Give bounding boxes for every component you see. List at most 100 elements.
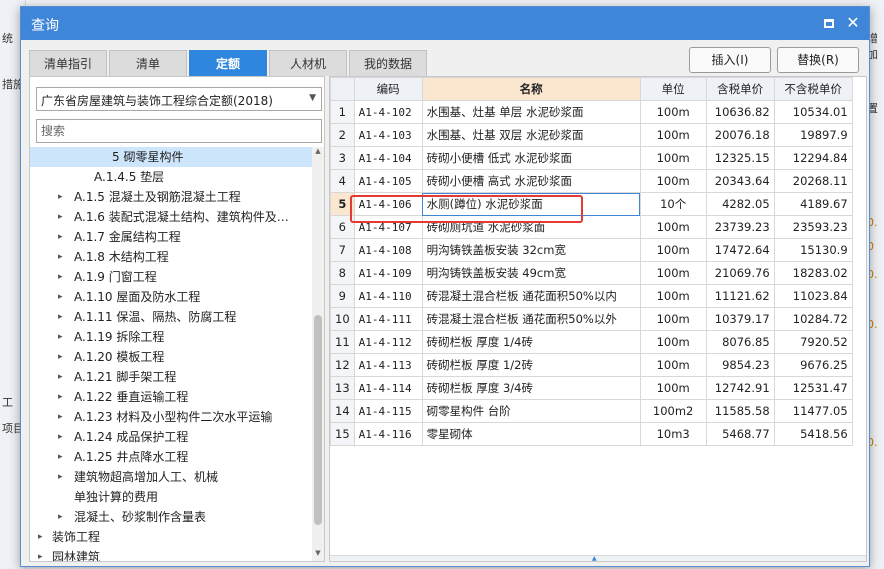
name-cell[interactable]: 水厕(蹲位) 水泥砂浆面 — [421, 192, 641, 216]
name-cell[interactable]: 砖砌小便槽 低式 水泥砂浆面 — [421, 146, 641, 170]
row-index-cell[interactable]: 13 — [330, 376, 355, 400]
scroll-up-icon[interactable]: ▲ — [312, 147, 324, 159]
expand-arrow-icon[interactable]: ▸ — [58, 267, 63, 287]
expand-arrow-icon[interactable]: ▸ — [58, 187, 63, 207]
code-cell[interactable]: A1-4-108 — [353, 238, 423, 262]
expand-arrow-icon[interactable]: ▸ — [58, 387, 63, 407]
table-row[interactable]: 11 A1-4-112 砖砌栏板 厚度 1/4砖 100m 8076.85 7920.52 — [330, 330, 853, 354]
tree-item[interactable]: ▸ A.1.9 门窗工程 — [30, 267, 312, 287]
row-index-cell[interactable]: 4 — [330, 169, 355, 193]
expand-arrow-icon[interactable]: ▸ — [58, 347, 63, 367]
code-cell[interactable]: A1-4-115 — [353, 399, 423, 423]
row-index-cell[interactable]: 9 — [330, 284, 355, 308]
table-row[interactable]: 6 A1-4-107 砖砌厕坑道 水泥砂浆面 100m 23739.23 23593.23 — [330, 215, 853, 239]
unit-cell[interactable]: 100m2 — [639, 399, 707, 423]
tree-item[interactable]: ▸ A.1.7 金属结构工程 — [30, 227, 312, 247]
tree-item[interactable]: ▸ A.1.10 屋面及防水工程 — [30, 287, 312, 307]
tree-scrollbar[interactable]: ▲ ▼ — [312, 147, 324, 561]
code-cell[interactable]: A1-4-111 — [353, 307, 423, 331]
expand-arrow-icon[interactable]: ▸ — [58, 427, 63, 447]
name-cell[interactable]: 砌零星构件 台阶 — [421, 399, 641, 423]
table-row[interactable]: 8 A1-4-109 明沟铸铁盖板安装 49cm宽 100m 21069.76 18283… — [330, 261, 853, 285]
tree-item[interactable]: ▸ A.1.23 材料及小型构件二次水平运输 — [30, 407, 312, 427]
close-icon[interactable]: ✕ — [843, 13, 863, 33]
expand-arrow-icon[interactable]: ▸ — [58, 407, 63, 427]
price-tax-cell[interactable]: 8076.85 — [705, 330, 775, 354]
price-notax-cell[interactable]: 12531.47 — [773, 376, 853, 400]
row-index-cell[interactable]: 15 — [330, 422, 355, 446]
code-cell[interactable]: A1-4-112 — [353, 330, 423, 354]
tree-item[interactable]: ▸ A.1.19 拆除工程 — [30, 327, 312, 347]
table-row[interactable]: 5 A1-4-106 水厕(蹲位) 水泥砂浆面 10个 4282.05 4189.67 — [330, 192, 853, 216]
name-cell[interactable]: 砖砌栏板 厚度 1/2砖 — [421, 353, 641, 377]
name-cell[interactable]: 明沟铸铁盖板安装 32cm宽 — [421, 238, 641, 262]
scrollbar-thumb[interactable] — [314, 315, 322, 525]
row-index-cell[interactable]: 12 — [330, 353, 355, 377]
row-index-cell[interactable]: 5 — [330, 192, 355, 216]
expand-arrow-icon[interactable]: ▸ — [58, 247, 63, 267]
expand-arrow-icon[interactable]: ▸ — [58, 367, 63, 387]
grid-hscrollbar[interactable]: ▲ — [330, 555, 866, 561]
column-header-code[interactable]: 编码 — [353, 77, 423, 101]
tree-item[interactable]: ▸ A.1.24 成品保护工程 — [30, 427, 312, 447]
tree-item[interactable]: ▸ A.1.6 装配式混凝土结构、建筑构件及… — [30, 207, 312, 227]
tab-labor-material-machine[interactable]: 人材机 — [269, 50, 347, 76]
row-index-cell[interactable]: 10 — [330, 307, 355, 331]
price-tax-cell[interactable]: 21069.76 — [705, 261, 775, 285]
code-cell[interactable]: A1-4-106 — [353, 192, 423, 216]
table-row[interactable]: 15 A1-4-116 零星砌体 10m3 5468.77 5418.56 — [330, 422, 853, 446]
column-header-unit[interactable]: 单位 — [639, 77, 707, 101]
tree-item[interactable]: ▸ A.1.8 木结构工程 — [30, 247, 312, 267]
price-tax-cell[interactable]: 23739.23 — [705, 215, 775, 239]
tree-item[interactable]: ▸ A.1.5 混凝土及钢筋混凝土工程 — [30, 187, 312, 207]
price-tax-cell[interactable]: 12325.15 — [705, 146, 775, 170]
table-row[interactable]: 14 A1-4-115 砌零星构件 台阶 100m2 11585.58 11477.05 — [330, 399, 853, 423]
unit-cell[interactable]: 100m — [639, 261, 707, 285]
price-notax-cell[interactable]: 10534.01 — [773, 100, 853, 124]
name-cell[interactable]: 砖混凝土混合栏板 通花面积50%以外 — [421, 307, 641, 331]
column-header-price-notax[interactable]: 不含税单价 — [773, 77, 853, 101]
price-tax-cell[interactable]: 5468.77 — [705, 422, 775, 446]
code-cell[interactable]: A1-4-114 — [353, 376, 423, 400]
name-cell[interactable]: 砖砌厕坑道 水泥砂浆面 — [421, 215, 641, 239]
unit-cell[interactable]: 100m — [639, 238, 707, 262]
tree-item[interactable]: ▸ A.1.11 保温、隔热、防腐工程 — [30, 307, 312, 327]
column-header-name[interactable]: 名称 — [421, 77, 641, 101]
price-notax-cell[interactable]: 23593.23 — [773, 215, 853, 239]
code-cell[interactable]: A1-4-107 — [353, 215, 423, 239]
tree-item[interactable]: ▸ A.1.22 垂直运输工程 — [30, 387, 312, 407]
chevron-down-icon[interactable]: ▼ — [309, 93, 316, 103]
price-tax-cell[interactable]: 12742.91 — [705, 376, 775, 400]
name-cell[interactable]: 砖混凝土混合栏板 通花面积50%以内 — [421, 284, 641, 308]
code-cell[interactable]: A1-4-103 — [353, 123, 423, 147]
unit-cell[interactable]: 100m — [639, 330, 707, 354]
name-cell[interactable]: 零星砌体 — [421, 422, 641, 446]
expand-arrow-icon[interactable]: ▸ — [58, 207, 63, 227]
name-cell[interactable]: 砖砌栏板 厚度 1/4砖 — [421, 330, 641, 354]
price-tax-cell[interactable]: 9854.23 — [705, 353, 775, 377]
table-row[interactable]: 4 A1-4-105 砖砌小便槽 高式 水泥砂浆面 100m 20343.64 20268… — [330, 169, 853, 193]
price-notax-cell[interactable]: 7920.52 — [773, 330, 853, 354]
code-cell[interactable]: A1-4-116 — [353, 422, 423, 446]
maximize-icon[interactable] — [819, 13, 839, 33]
price-notax-cell[interactable]: 11023.84 — [773, 284, 853, 308]
unit-cell[interactable]: 100m — [639, 307, 707, 331]
search-input[interactable] — [36, 119, 322, 143]
price-tax-cell[interactable]: 20076.18 — [705, 123, 775, 147]
unit-cell[interactable]: 100m — [639, 284, 707, 308]
price-notax-cell[interactable]: 18283.02 — [773, 261, 853, 285]
expand-arrow-icon[interactable]: ▸ — [58, 327, 63, 347]
price-tax-cell[interactable]: 20343.64 — [705, 169, 775, 193]
table-row[interactable]: 2 A1-4-103 水围基、灶基 双层 水泥砂浆面 100m 20076.18 1989… — [330, 123, 853, 147]
row-index-cell[interactable]: 1 — [330, 100, 355, 124]
tab-quota[interactable]: 定额 — [189, 50, 267, 76]
table-row[interactable]: 3 A1-4-104 砖砌小便槽 低式 水泥砂浆面 100m 12325.15 12294… — [330, 146, 853, 170]
price-notax-cell[interactable]: 9676.25 — [773, 353, 853, 377]
unit-cell[interactable]: 100m — [639, 146, 707, 170]
unit-cell[interactable]: 10个 — [639, 192, 707, 216]
code-cell[interactable]: A1-4-110 — [353, 284, 423, 308]
tree-item[interactable]: ▸ A.1.25 井点降水工程 — [30, 447, 312, 467]
price-tax-cell[interactable]: 10636.82 — [705, 100, 775, 124]
expand-arrow-icon[interactable]: ▸ — [58, 287, 63, 307]
row-index-cell[interactable]: 14 — [330, 399, 355, 423]
